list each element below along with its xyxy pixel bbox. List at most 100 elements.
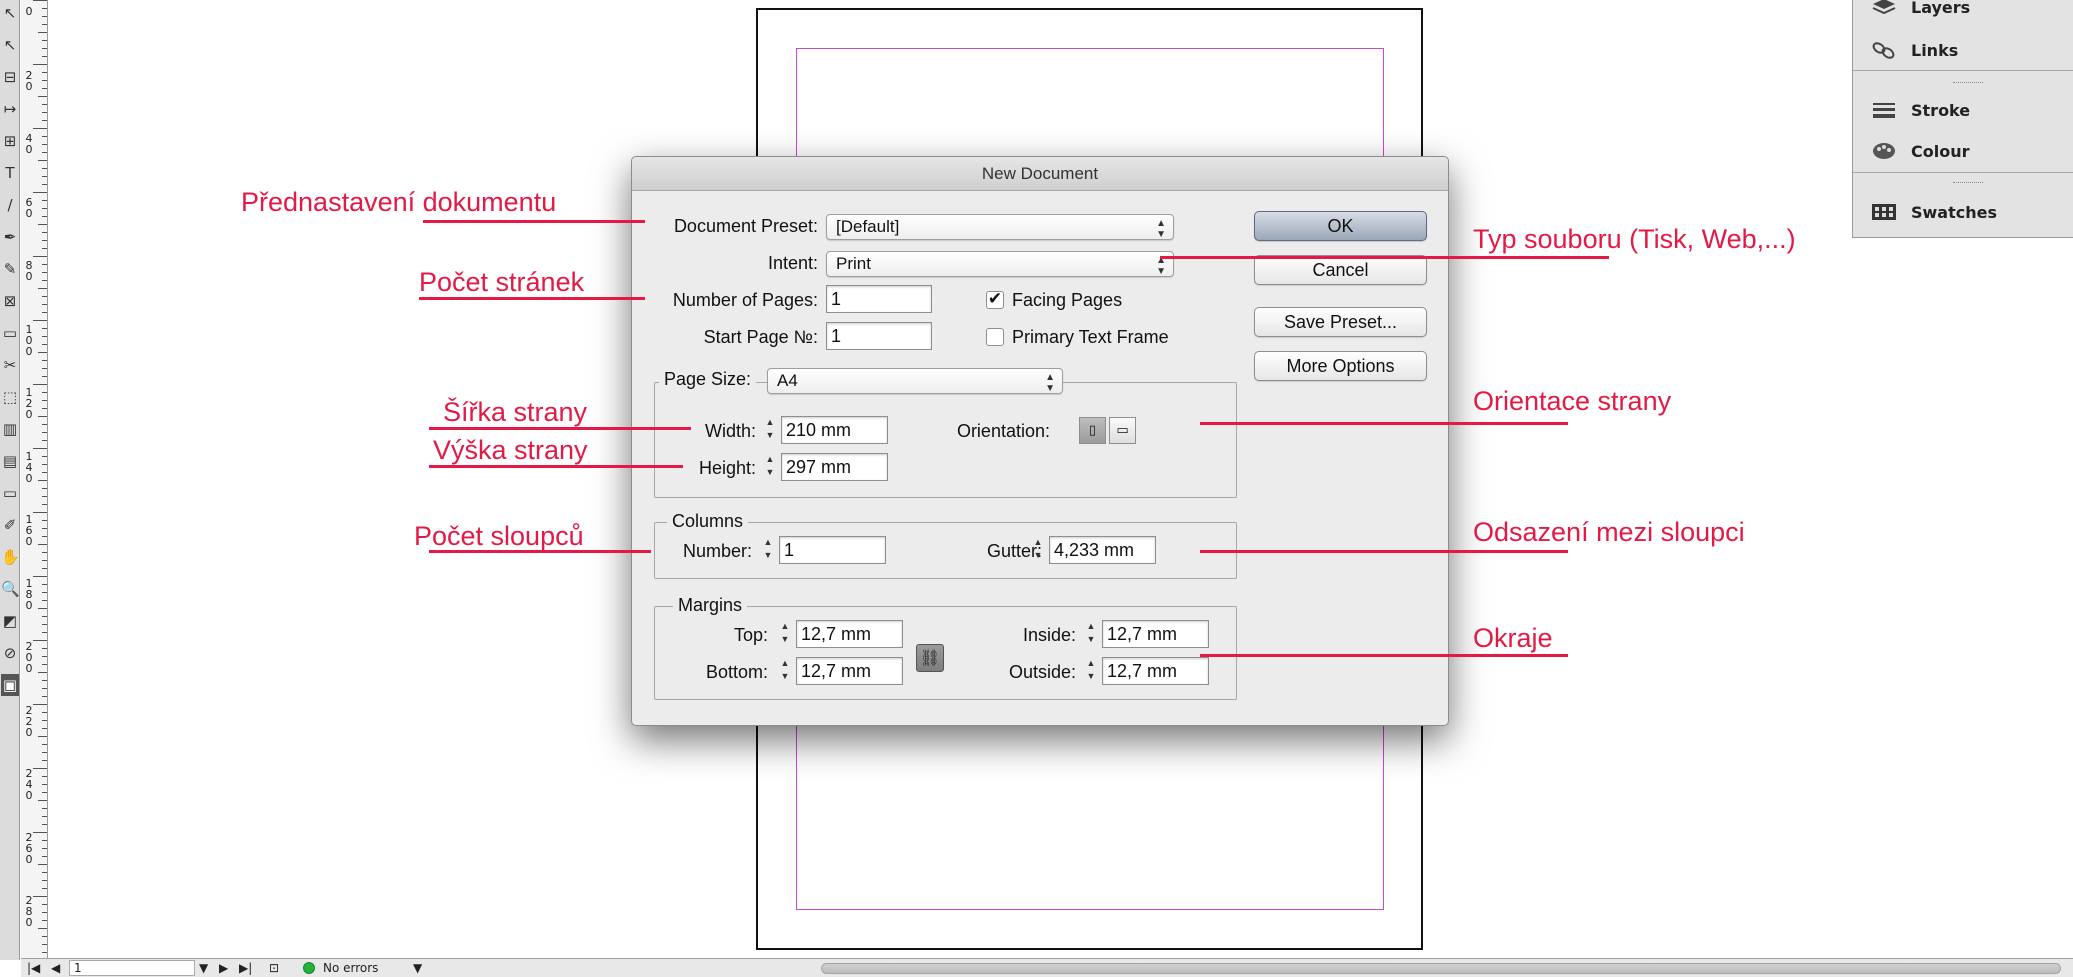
panel-item-stroke[interactable]: Stroke [1871, 95, 2071, 125]
ruler-tick [42, 216, 47, 217]
page-tool[interactable]: ⊟ [1, 66, 19, 88]
rectangle-tool[interactable]: ▭ [1, 322, 19, 344]
ruler-label: 60 [25, 195, 33, 220]
screen-mode[interactable]: ▣ [1, 674, 19, 696]
preflight-menu-icon[interactable]: ▼ [413, 960, 422, 976]
rectangle-frame-tool[interactable]: ⊠ [1, 290, 19, 312]
number-of-pages-input[interactable]: 1 [826, 285, 932, 313]
margin-top-input[interactable]: 12,7 mm [796, 620, 903, 648]
ruler-tick [42, 728, 47, 729]
panel-item-label: Layers [1911, 0, 1971, 17]
panel-item-colour[interactable]: Colour [1871, 136, 2071, 166]
vertical-ruler[interactable]: 0 20 40 60 80 100 120 140 160 180 200 220 240 260 280 [21, 0, 48, 958]
margin-inside-input[interactable]: 12,7 mm [1102, 620, 1209, 648]
width-input[interactable]: 210 mm [781, 416, 888, 444]
content-collector-tool[interactable]: ⊞ [1, 130, 19, 152]
ruler-tick [42, 936, 47, 937]
panel-item-label: Swatches [1911, 202, 1997, 222]
primary-text-frame-checkbox[interactable] [986, 328, 1004, 346]
ruler-tick [42, 840, 47, 841]
pencil-tool[interactable]: ✎ [1, 258, 19, 280]
ruler-tick [38, 480, 47, 481]
gap-tool[interactable]: ↦ [1, 98, 19, 120]
panel-separator [1853, 172, 2073, 173]
scissors-tool[interactable]: ✂ [1, 354, 19, 376]
new-document-dialog: New Document Document Preset: [Default] … [631, 156, 1449, 726]
zoom-tool[interactable]: 🔍 [1, 578, 19, 600]
ruler-tick [42, 400, 47, 401]
panel-item-links[interactable]: Links [1871, 35, 2071, 65]
gradient-swatch-tool[interactable]: ▥ [1, 418, 19, 440]
number-of-pages-label: Number of Pages: [672, 290, 818, 310]
ruler-tick [42, 784, 47, 785]
gutter-stepper[interactable]: ▲ ▼ [1028, 536, 1048, 564]
selection-tool[interactable]: ↖ [1, 2, 19, 24]
last-page-icon[interactable]: ▶| [239, 960, 252, 976]
panel-item-layers[interactable]: Layers [1871, 0, 2071, 22]
ruler-label: 280 [25, 894, 33, 929]
open-document-icon[interactable]: ⊡ [269, 960, 279, 976]
page-number-field[interactable]: 1 [69, 960, 195, 976]
height-stepper[interactable]: ▲ ▼ [760, 453, 780, 481]
portrait-orientation-button[interactable]: ▯ [1079, 417, 1106, 444]
cancel-button[interactable]: Cancel [1254, 255, 1427, 285]
horizontal-scrollbar[interactable] [821, 963, 2061, 974]
ruler-tick [33, 320, 47, 321]
eyedropper-tool[interactable]: ✐ [1, 514, 19, 536]
more-options-button[interactable]: More Options [1254, 351, 1427, 381]
gutter-input[interactable]: 4,233 mm [1049, 536, 1156, 564]
landscape-orientation-button[interactable]: ▭ [1109, 417, 1136, 444]
previous-page-icon[interactable]: ◀ [51, 960, 60, 976]
intent-select[interactable]: Print ▲ ▼ [826, 251, 1174, 277]
page-menu-icon[interactable]: ▼ [199, 960, 208, 976]
hand-tool[interactable]: ✋ [1, 546, 19, 568]
margin-outside-input[interactable]: 12,7 mm [1102, 657, 1209, 685]
free-transform-tool[interactable]: ⬚ [1, 386, 19, 408]
note-icon: ▭ [2, 484, 18, 502]
annotation-line-pages [419, 297, 645, 300]
ruler-tick [42, 568, 47, 569]
height-input[interactable]: 297 mm [781, 453, 888, 481]
next-page-icon[interactable]: ▶ [219, 960, 228, 976]
select-arrows-icon: ▲ ▼ [1156, 218, 1166, 240]
apply-none[interactable]: ⊘ [1, 642, 19, 664]
ruler-tick [42, 248, 47, 249]
ruler-tick [42, 200, 47, 201]
ruler-tick [42, 144, 47, 145]
panel-grip[interactable] [1953, 182, 1983, 185]
ok-button[interactable]: OK [1254, 211, 1427, 241]
margin-outside-stepper[interactable]: ▲ ▼ [1081, 657, 1101, 685]
margin-bottom-stepper[interactable]: ▲ ▼ [775, 657, 795, 685]
ruler-tick [42, 360, 47, 361]
note-tool[interactable]: ▭ [1, 482, 19, 504]
first-page-icon[interactable]: |◀ [27, 960, 40, 976]
margin-inside-stepper[interactable]: ▲ ▼ [1081, 620, 1101, 648]
pen-tool[interactable]: ✒ [1, 226, 19, 248]
page-icon: ⊟ [3, 68, 17, 86]
page-size-select[interactable]: A4 ▲ ▼ [767, 368, 1063, 394]
gradient-feather-tool[interactable]: ▤ [1, 450, 19, 472]
columns-number-input[interactable]: 1 [779, 536, 886, 564]
panel-item-swatches[interactable]: Swatches [1871, 197, 2071, 227]
panel-grip[interactable] [1953, 82, 1983, 85]
ruler-tick [42, 376, 47, 377]
annotation-line-orientation [1200, 422, 1568, 425]
ruler-tick [42, 344, 47, 345]
margin-top-stepper[interactable]: ▲ ▼ [775, 620, 795, 648]
ruler-tick [42, 72, 47, 73]
ruler-label: 180 [25, 576, 33, 612]
direct-selection-tool[interactable]: ↖ [1, 34, 19, 56]
save-preset-button[interactable]: Save Preset... [1254, 307, 1427, 337]
line-tool[interactable]: / [1, 194, 19, 216]
fill-stroke-swatch[interactable]: ◩ [1, 610, 19, 632]
type-tool[interactable]: T [1, 162, 19, 184]
margin-bottom-input[interactable]: 12,7 mm [796, 657, 903, 685]
scissors-icon: ✂ [3, 356, 17, 374]
columns-number-stepper[interactable]: ▲ ▼ [758, 536, 778, 564]
ruler-label: 80 [25, 259, 33, 283]
start-page-input[interactable]: 1 [826, 322, 932, 350]
facing-pages-checkbox[interactable]: ✔ [986, 291, 1004, 309]
width-stepper[interactable]: ▲ ▼ [760, 416, 780, 444]
ruler-tick [42, 240, 47, 241]
document-preset-select[interactable]: [Default] ▲ ▼ [826, 214, 1174, 240]
